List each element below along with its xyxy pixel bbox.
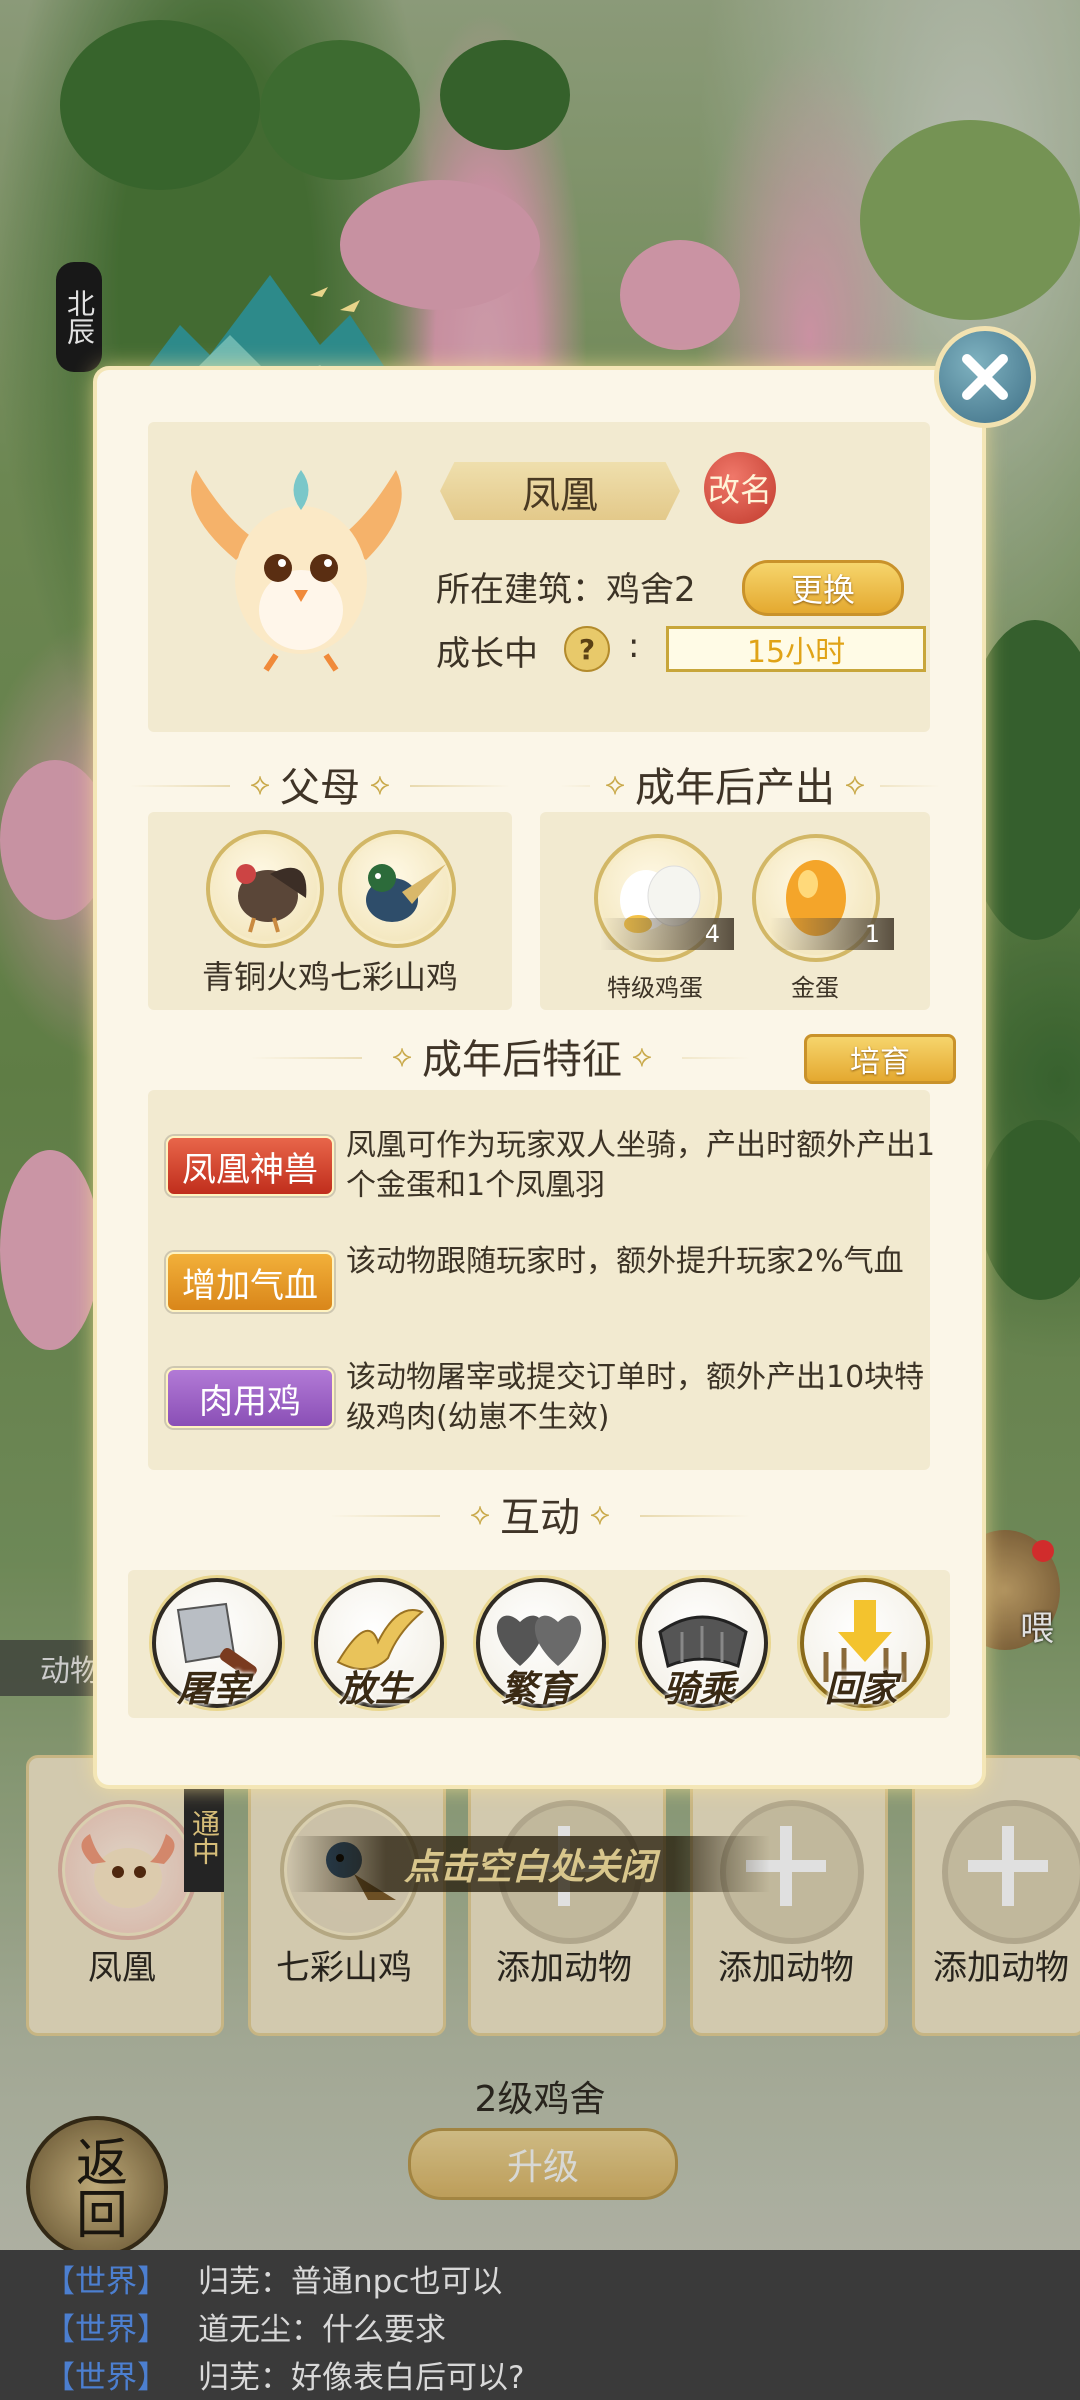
pheasant-parent-icon[interactable] [338, 830, 456, 948]
output-section-title: ⟡ 成年后产出 ⟡ [590, 756, 880, 812]
world-chat[interactable]: 【世界】 归芜：普通npc也可以 【世界】 道无尘：什么要求 【世界】 归芜：好像表白… [0, 2250, 1080, 2400]
close-button[interactable] [934, 326, 1036, 428]
trait-description: 该动物屠宰或提交订单时，额外产出10块特级鸡肉(幼崽不生效) [346, 1360, 925, 1435]
output-count: 1 [770, 918, 894, 950]
ornament-icon: ⟡ [370, 766, 390, 802]
building-location-text: 所在建筑：鸡舍2 [436, 570, 696, 610]
trait-description: 该动物跟随玩家时，额外提升玩家2%气血 [346, 1244, 904, 1279]
ornament-icon: ⟡ [605, 766, 625, 802]
output-name: 特级鸡蛋 [607, 974, 703, 1002]
output-name: 金蛋 [791, 974, 839, 1002]
action-label: 屠宰 [176, 1668, 249, 1710]
chat-line: 【世界】 归芜：好像表白后可以? [44, 2360, 525, 2396]
chat-line: 【世界】 归芜：普通npc也可以 [44, 2264, 503, 2300]
trait-description: 凤凰可作为玩家双人坐骑，产出时额外产出1个金蛋和1个凤凰羽 [346, 1128, 936, 1203]
growth-timer: 15小时 [666, 626, 926, 672]
ornament-icon: ⟡ [470, 1496, 490, 1532]
help-icon[interactable]: ? [564, 626, 610, 672]
turkey-parent-icon[interactable] [206, 830, 324, 948]
action-label: 繁育 [500, 1668, 573, 1710]
output-count: 4 [600, 918, 734, 950]
action-label: 骑乘 [662, 1668, 735, 1710]
action-label: 放生 [338, 1668, 411, 1710]
change-building-button[interactable]: 更换 [742, 560, 904, 616]
phoenix-portrait [176, 450, 416, 680]
ornament-icon: ⟡ [250, 766, 270, 802]
growth-status-label: 成长中 [436, 634, 538, 674]
parents-section-title: ⟡ 父母 ⟡ [230, 756, 410, 812]
trait-badge-divine-beast: 凤凰神兽 [166, 1136, 334, 1196]
ornament-icon: ⟡ [392, 1038, 412, 1074]
colon-separator: : [628, 626, 640, 666]
rename-button[interactable]: 改名 [704, 452, 776, 524]
ornament-icon: ⟡ [845, 766, 865, 802]
chat-line: 【世界】 道无尘：什么要求 [44, 2312, 446, 2348]
ornament-icon: ⟡ [590, 1496, 610, 1532]
interact-section-title: ⟡ 互动 ⟡ [440, 1486, 640, 1542]
cultivate-button[interactable]: 培育 [804, 1034, 956, 1084]
trait-badge-vitality: 增加气血 [166, 1252, 334, 1312]
close-icon [962, 354, 1008, 400]
traits-section-title: ⟡ 成年后特征 ⟡ [362, 1028, 682, 1084]
ornament-icon: ⟡ [632, 1038, 652, 1074]
action-label: 回家 [824, 1668, 897, 1710]
trait-badge-meat: 肉用鸡 [166, 1368, 334, 1428]
parents-names: 青铜火鸡七彩山鸡 [201, 958, 458, 996]
pet-name-plate: 凤凰 [440, 462, 680, 520]
